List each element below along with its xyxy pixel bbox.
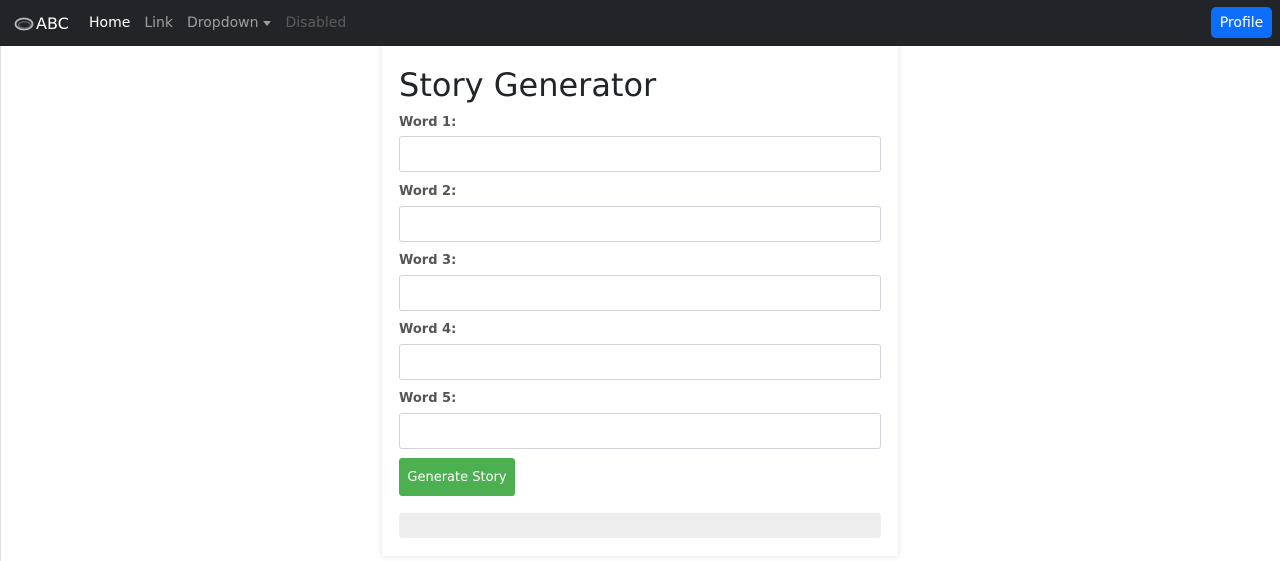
generate-story-button[interactable]: Generate Story — [399, 458, 515, 496]
story-generator-card: Story Generator Word 1: Word 2: Word 3: … — [382, 46, 898, 556]
caret-down-icon — [263, 20, 272, 26]
word-2-input[interactable] — [399, 206, 881, 242]
ring-logo-icon — [14, 16, 34, 31]
nav-link-link[interactable]: Link — [144, 13, 173, 33]
brand-text: ABC — [36, 13, 69, 33]
word-1-input[interactable] — [399, 136, 881, 172]
page-title: Story Generator — [399, 66, 657, 104]
nav-dropdown-label: Dropdown — [187, 15, 259, 31]
word-4-label: Word 4: — [399, 322, 457, 337]
profile-button[interactable]: Profile — [1211, 7, 1272, 38]
brand-link[interactable]: ABC — [14, 12, 69, 34]
page-left-border — [0, 46, 1, 561]
word-3-input[interactable] — [399, 275, 881, 311]
nav-link-home[interactable]: Home — [89, 13, 130, 33]
word-3-label: Word 3: — [399, 253, 457, 268]
word-4-input[interactable] — [399, 344, 881, 380]
word-5-input[interactable] — [399, 413, 881, 449]
word-2-label: Word 2: — [399, 184, 457, 199]
word-1-label: Word 1: — [399, 115, 457, 130]
nav-links: Home Link Dropdown Disabled — [89, 13, 360, 33]
nav-link-disabled: Disabled — [285, 15, 347, 31]
top-navbar: ABC Home Link Dropdown Disabled Profile — [0, 0, 1280, 46]
word-5-label: Word 5: — [399, 391, 457, 406]
nav-dropdown-toggle[interactable]: Dropdown — [187, 13, 272, 33]
story-output — [399, 513, 881, 538]
